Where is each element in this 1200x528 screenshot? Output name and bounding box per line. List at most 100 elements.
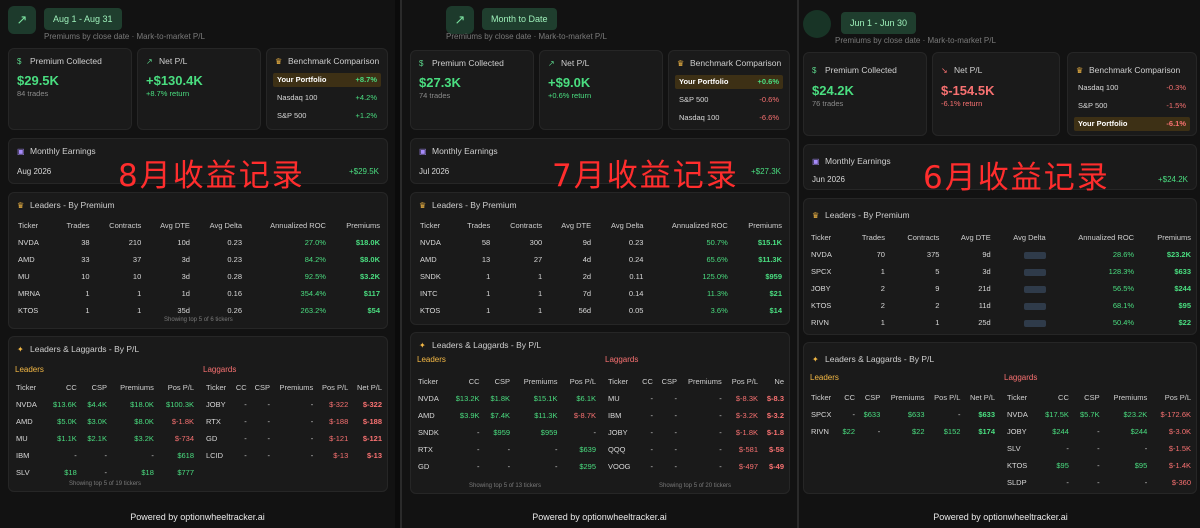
cell: - — [477, 428, 480, 437]
cell: 0.05 — [628, 306, 644, 315]
col-header[interactable]: Premiums — [329, 217, 383, 234]
col-header[interactable]: Contracts — [93, 217, 145, 234]
col-header[interactable]: Ticker — [203, 379, 231, 396]
cell: $-13 — [366, 451, 382, 460]
col-header[interactable]: CSP — [858, 389, 883, 406]
date-range-button[interactable]: Aug 1 - Aug 31 — [44, 8, 122, 30]
col-header[interactable]: Ticker — [808, 389, 837, 406]
col-header[interactable]: Net P/L — [963, 389, 998, 406]
trending-up-icon: ↗ — [8, 6, 36, 34]
date-range-button[interactable]: Month to Date — [482, 8, 557, 30]
cell: $13.2K — [455, 394, 480, 403]
table-header: Ticker CC CSP Premiums Pos P/L — [1004, 389, 1194, 406]
col-header[interactable]: Premiums — [883, 389, 927, 406]
col-header[interactable]: Net P/L — [351, 379, 385, 396]
cell: - — [310, 417, 314, 426]
col-header[interactable]: CC — [231, 379, 249, 396]
card-title: Leaders - By Premium — [432, 200, 517, 210]
col-header[interactable]: Trades — [53, 217, 92, 234]
col-header[interactable]: CC — [837, 389, 858, 406]
leaders-laggards-card: ✦ Leaders & Laggards - By P/L Leaders Lag… — [8, 336, 388, 492]
table-row: QQQ - - - $-581 $-58 — [605, 441, 787, 458]
cell: - — [674, 462, 678, 471]
col-header[interactable]: CC — [1036, 389, 1072, 406]
col-header[interactable]: Premiums — [1137, 229, 1194, 246]
table-header: Ticker CC CSP Premiums Pos P/L Net P/L — [203, 379, 385, 396]
benchmark-value: +8.7% — [355, 75, 377, 84]
col-header[interactable]: Pos P/L — [1150, 389, 1194, 406]
col-header[interactable]: Pos P/L — [560, 373, 599, 390]
col-header[interactable]: Ticker — [605, 373, 637, 390]
col-header[interactable]: Contracts — [888, 229, 942, 246]
col-header[interactable]: Premiums — [110, 379, 157, 396]
cell: 68.1% — [1112, 301, 1135, 310]
col-header[interactable]: Ticker — [15, 217, 53, 234]
table-row: NVDA 70 375 9d 28.6% $23.2K — [808, 246, 1194, 263]
col-header[interactable]: Annualized ROC — [245, 217, 329, 234]
col-header[interactable]: Trades — [454, 217, 494, 234]
col-header[interactable]: Premiums — [680, 373, 725, 390]
cell: SPCX — [811, 410, 832, 419]
cell: - — [719, 411, 722, 420]
table-row: KTOS 1 1 56d 0.05 3.6% $14 — [417, 302, 785, 319]
laggards-table: Ticker CC CSP Premiums Pos P/L NVDA $17.5K $5.… — [1004, 389, 1194, 491]
date-range-button[interactable]: Jun 1 - Jun 30 — [841, 12, 917, 34]
month-label: Jul 2026 — [419, 167, 450, 176]
col-header[interactable]: Contracts — [493, 217, 545, 234]
col-header[interactable]: Avg Delta — [193, 217, 245, 234]
benchmark-row: Nasdaq 100 +4.2% — [273, 91, 381, 105]
col-header[interactable]: CSP — [656, 373, 680, 390]
col-header[interactable]: Annualized ROC — [1049, 229, 1137, 246]
cell: 354.4% — [300, 289, 326, 298]
cell: 92.5% — [304, 272, 326, 281]
col-header[interactable]: Ticker — [808, 229, 846, 246]
col-header[interactable]: Avg DTE — [942, 229, 993, 246]
col-header[interactable]: Pos P/L — [316, 379, 351, 396]
leaders-laggards-card: ✦ Leaders & Laggards - By P/L Leaders Lag… — [803, 342, 1197, 494]
cell: 10 — [81, 272, 90, 281]
col-header[interactable]: Premiums — [273, 379, 316, 396]
col-header[interactable]: Avg DTE — [545, 217, 594, 234]
table-row: SPCX - $633 $633- $633 — [808, 406, 998, 423]
col-header[interactable]: CSP — [80, 379, 110, 396]
cell: 56d — [578, 306, 592, 315]
col-header[interactable]: Pos P/L — [725, 373, 761, 390]
benchmark-row: S&P 500 +1.2% — [273, 109, 381, 123]
col-header-cc[interactable]: CC — [637, 373, 656, 390]
col-header[interactable]: Ticker — [13, 379, 45, 396]
col-header[interactable]: CSP — [1072, 389, 1103, 406]
table-row: SNDK - $959 $959 - — [415, 424, 599, 441]
col-header[interactable]: Avg Delta — [594, 217, 646, 234]
col-header[interactable]: Avg DTE — [144, 217, 193, 234]
col-header[interactable]: CC — [45, 379, 80, 396]
col-header[interactable]: Ne — [761, 373, 787, 390]
premium-card: $ Premium Collected $24.2K 76 trades — [803, 52, 927, 136]
table-row: NVDA $13.2K $1.8K $15.1K $6.1K — [415, 390, 599, 407]
col-header[interactable]: Premiums — [1103, 389, 1151, 406]
col-header[interactable]: Avg Delta — [994, 229, 1049, 246]
col-header[interactable]: Annualized ROC — [646, 217, 730, 234]
cell: $-1.8K — [735, 428, 758, 437]
overlay-annotation: 6月收益记录 — [923, 160, 1110, 196]
laggards-label: Laggards — [1004, 373, 1038, 382]
col-header[interactable]: Premiums — [513, 373, 560, 390]
col-header[interactable]: Pos P/L — [928, 389, 964, 406]
col-header[interactable]: CC — [447, 373, 483, 390]
col-header[interactable]: Pos P/L — [157, 379, 197, 396]
card-title: Premium Collected — [825, 65, 897, 75]
cell: $21 — [769, 289, 782, 298]
col-header[interactable]: Ticker — [1004, 389, 1036, 406]
col-header[interactable]: CSP — [250, 379, 273, 396]
cell: 1 — [538, 306, 543, 315]
cell: JOBY — [608, 428, 628, 437]
cell: $18 — [141, 468, 154, 477]
cell: $18.0K — [130, 400, 154, 409]
col-header[interactable]: Premiums — [731, 217, 785, 234]
col-header[interactable]: Ticker — [417, 217, 454, 234]
cell: MRNA — [18, 289, 41, 298]
table-row: LCID - - - $-13 $-13 — [203, 447, 385, 464]
col-header[interactable]: CSP — [483, 373, 514, 390]
col-header[interactable]: Trades — [846, 229, 888, 246]
cell: AMD — [18, 255, 35, 264]
col-header[interactable]: Ticker — [415, 373, 447, 390]
